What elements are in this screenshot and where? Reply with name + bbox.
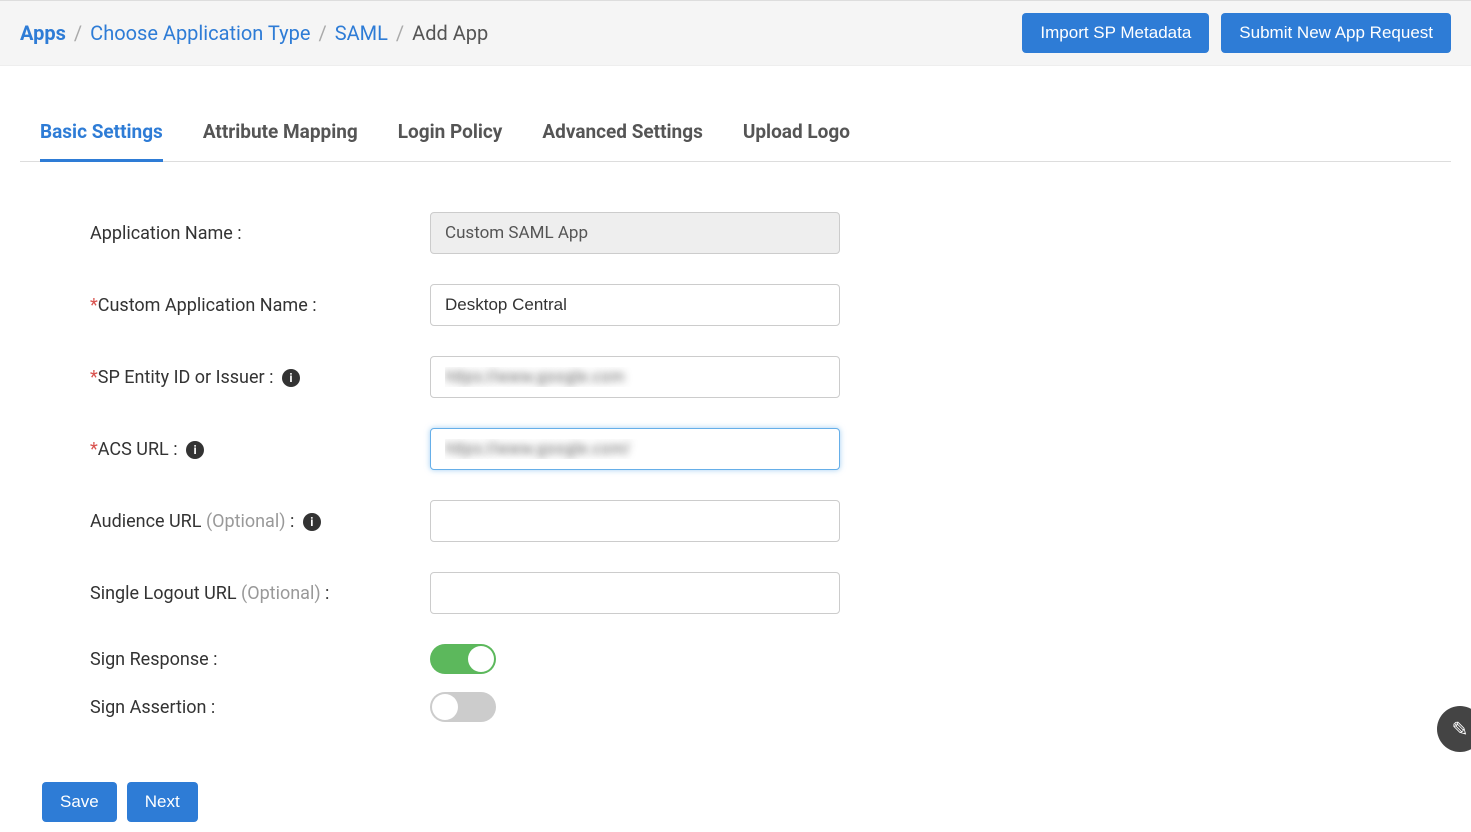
import-sp-metadata-button[interactable]: Import SP Metadata bbox=[1022, 13, 1209, 53]
tabs: Basic Settings Attribute Mapping Login P… bbox=[20, 106, 1451, 162]
breadcrumb-sep: / bbox=[74, 21, 82, 45]
breadcrumb-sep: / bbox=[396, 21, 404, 45]
acs-url-input[interactable] bbox=[430, 428, 840, 470]
slo-url-input[interactable] bbox=[430, 572, 840, 614]
breadcrumb-current: Add App bbox=[412, 21, 488, 45]
label-sign-response: Sign Response : bbox=[90, 649, 430, 670]
row-acs-url: *ACS URL : i bbox=[90, 428, 850, 470]
row-audience-url: Audience URL (Optional) : i bbox=[90, 500, 850, 542]
sign-response-toggle[interactable] bbox=[430, 644, 496, 674]
label-sign-assertion: Sign Assertion : bbox=[90, 697, 430, 718]
row-sign-response: Sign Response : bbox=[90, 644, 850, 674]
submit-new-app-request-button[interactable]: Submit New App Request bbox=[1221, 13, 1451, 53]
row-sign-assertion: Sign Assertion : bbox=[90, 692, 850, 722]
audience-url-input[interactable] bbox=[430, 500, 840, 542]
breadcrumb-sep: / bbox=[318, 21, 326, 45]
breadcrumb: Apps / Choose Application Type / SAML / … bbox=[20, 21, 488, 45]
tab-basic-settings[interactable]: Basic Settings bbox=[40, 106, 163, 162]
label-sp-entity: *SP Entity ID or Issuer : i bbox=[90, 367, 430, 388]
header-actions: Import SP Metadata Submit New App Reques… bbox=[1022, 13, 1451, 53]
row-sp-entity: *SP Entity ID or Issuer : i bbox=[90, 356, 850, 398]
tab-advanced-settings[interactable]: Advanced Settings bbox=[542, 106, 702, 162]
sp-entity-input[interactable] bbox=[430, 356, 840, 398]
label-custom-app-name: *Custom Application Name : bbox=[90, 295, 430, 316]
info-icon[interactable]: i bbox=[186, 441, 204, 459]
breadcrumb-apps[interactable]: Apps bbox=[20, 21, 66, 45]
next-button[interactable]: Next bbox=[127, 782, 198, 822]
tab-login-policy[interactable]: Login Policy bbox=[398, 106, 503, 162]
row-slo-url: Single Logout URL (Optional) : bbox=[90, 572, 850, 614]
sign-assertion-toggle[interactable] bbox=[430, 692, 496, 722]
label-slo-url: Single Logout URL (Optional) : bbox=[90, 583, 430, 604]
label-audience-url: Audience URL (Optional) : i bbox=[90, 511, 430, 532]
label-application-name: Application Name : bbox=[90, 223, 430, 244]
application-name-field: Custom SAML App bbox=[430, 212, 840, 254]
custom-app-name-input[interactable] bbox=[430, 284, 840, 326]
help-icon: ✎ bbox=[1452, 717, 1469, 741]
header-bar: Apps / Choose Application Type / SAML / … bbox=[0, 0, 1471, 66]
footer-actions: Save Next bbox=[20, 772, 1451, 832]
breadcrumb-choose-type[interactable]: Choose Application Type bbox=[90, 21, 310, 45]
row-application-name: Application Name : Custom SAML App bbox=[90, 212, 850, 254]
form-area: Application Name : Custom SAML App *Cust… bbox=[20, 162, 920, 772]
save-button[interactable]: Save bbox=[42, 782, 117, 822]
tab-upload-logo[interactable]: Upload Logo bbox=[743, 106, 850, 162]
row-custom-app-name: *Custom Application Name : bbox=[90, 284, 850, 326]
label-acs-url: *ACS URL : i bbox=[90, 439, 430, 460]
tab-attribute-mapping[interactable]: Attribute Mapping bbox=[203, 106, 358, 162]
content: Basic Settings Attribute Mapping Login P… bbox=[0, 106, 1471, 832]
breadcrumb-saml[interactable]: SAML bbox=[335, 21, 388, 45]
info-icon[interactable]: i bbox=[303, 513, 321, 531]
info-icon[interactable]: i bbox=[282, 369, 300, 387]
